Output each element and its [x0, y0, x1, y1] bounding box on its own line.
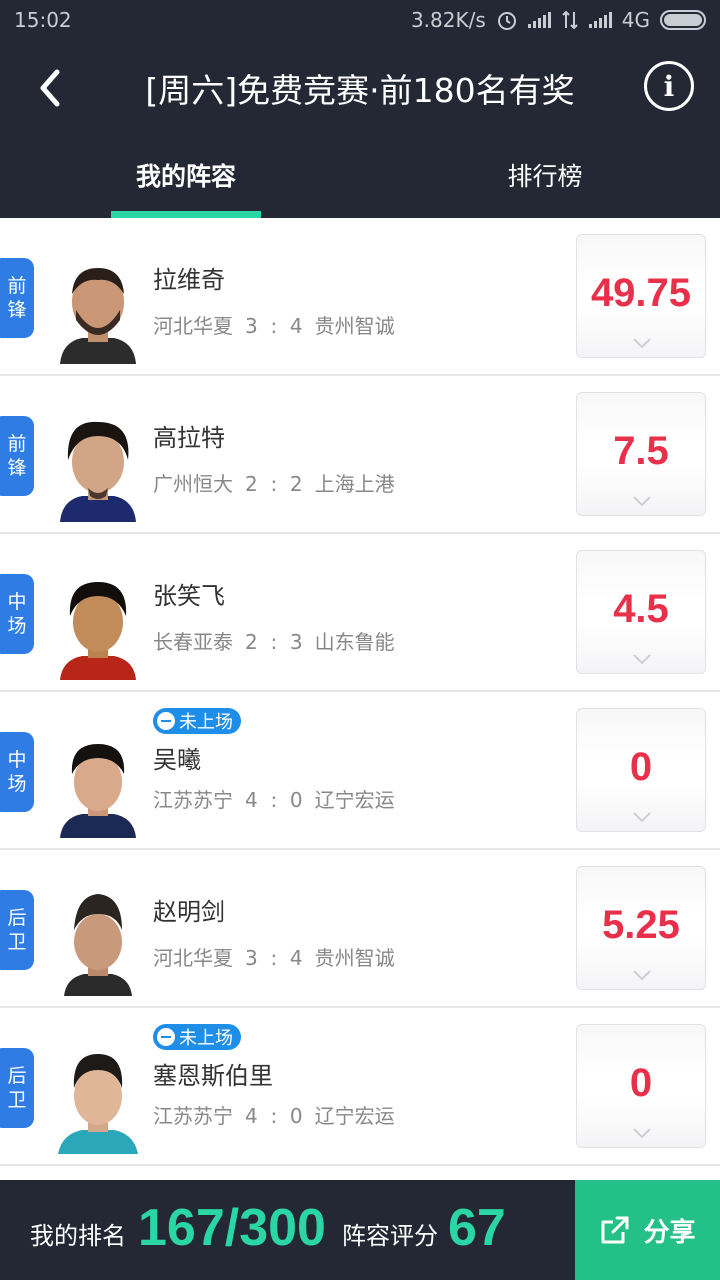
player-name: 拉维奇 — [153, 266, 225, 294]
player-name: 高拉特 — [153, 424, 225, 452]
player-name: 赵明剑 — [153, 898, 225, 926]
points-box[interactable]: 5.25 — [576, 866, 706, 990]
rank-label: 我的排名 — [30, 1222, 126, 1250]
position-badge: 后卫 — [0, 1048, 34, 1128]
player-avatar — [58, 728, 138, 838]
player-points: 49.75 — [590, 271, 692, 315]
match-result: 江苏苏宁 4 : 0 辽宁宏运 — [153, 788, 395, 812]
tab-indicator — [111, 211, 261, 218]
player-points: 0 — [629, 745, 653, 789]
player-avatar — [58, 412, 138, 522]
chevron-down-icon — [633, 496, 651, 507]
chevron-down-icon — [633, 812, 651, 823]
not-played-badge: 未上场 — [153, 708, 241, 734]
share-icon — [601, 1216, 629, 1244]
player-name: 塞恩斯伯里 — [153, 1062, 273, 1090]
position-badge: 后卫 — [0, 890, 34, 970]
battery-icon — [660, 10, 706, 30]
position-badge: 中场 — [0, 574, 34, 654]
alarm-icon — [497, 12, 516, 30]
player-row[interactable]: 后卫 未上场 塞恩斯伯里 江苏苏宁 4 : 0 辽宁宏运 0 — [0, 1008, 720, 1166]
player-points: 5.25 — [602, 903, 680, 947]
points-box[interactable]: 7.5 — [576, 392, 706, 516]
player-points: 7.5 — [613, 429, 669, 473]
nav-bar: [周六]免费竞赛·前180名有奖 i — [0, 44, 720, 132]
match-result: 广州恒大 2 : 2 上海上港 — [153, 472, 395, 496]
match-result: 长春亚泰 2 : 3 山东鲁能 — [153, 630, 395, 654]
status-time: 15:02 — [14, 8, 72, 32]
player-name: 张笑飞 — [153, 582, 225, 610]
position-badge: 中场 — [0, 732, 34, 812]
player-row[interactable]: 前锋 高拉特 广州恒大 2 : 2 上海上港 7.5 — [0, 376, 720, 534]
player-avatar — [58, 1044, 138, 1154]
signal-icon-2 — [588, 12, 612, 28]
lineup-score-value: 67 — [448, 1199, 506, 1257]
player-avatar — [58, 886, 138, 996]
points-box[interactable]: 49.75 — [576, 234, 706, 358]
share-button[interactable]: 分享 — [575, 1180, 720, 1280]
net-speed: 3.82K/s — [410, 8, 486, 32]
signal-icon — [527, 12, 551, 28]
page-title: [周六]免费竞赛·前180名有奖 — [145, 71, 575, 110]
position-badge: 前锋 — [0, 416, 34, 496]
tab-my-lineup[interactable]: 我的阵容 — [111, 132, 261, 218]
not-played-badge: 未上场 — [153, 1024, 241, 1050]
player-avatar — [58, 254, 138, 364]
match-result: 河北华夏 3 : 4 贵州智诚 — [153, 946, 395, 970]
status-bar: 15:02 3.82K/s 4G — [0, 0, 720, 44]
tab-leaderboard[interactable]: 排行榜 — [470, 132, 620, 218]
position-badge: 前锋 — [0, 258, 34, 338]
data-transfer-icon — [562, 10, 578, 30]
player-avatar — [58, 570, 138, 680]
player-row[interactable]: 中场 未上场 吴曦 江苏苏宁 4 : 0 辽宁宏运 0 — [0, 692, 720, 850]
chevron-left-icon — [40, 69, 60, 107]
share-label: 分享 — [643, 1217, 696, 1248]
chevron-down-icon — [633, 654, 651, 665]
chevron-down-icon — [633, 1128, 651, 1139]
minus-circle-icon — [157, 712, 175, 730]
minus-circle-icon — [157, 1028, 175, 1046]
player-row[interactable]: 中场 张笑飞 长春亚泰 2 : 3 山东鲁能 4.5 — [0, 534, 720, 692]
player-list: 前锋 拉维奇 河北华夏 3 : 4 贵州智诚 49.75 前锋 高拉特 广州恒大 2 … — [0, 218, 720, 1166]
info-button[interactable]: i — [644, 61, 694, 111]
network-type: 4G — [621, 8, 650, 32]
player-name: 吴曦 — [153, 746, 201, 774]
player-row[interactable]: 前锋 拉维奇 河北华夏 3 : 4 贵州智诚 49.75 — [0, 218, 720, 376]
chevron-down-icon — [633, 970, 651, 981]
match-result: 江苏苏宁 4 : 0 辽宁宏运 — [153, 1104, 395, 1128]
info-icon: i — [663, 69, 675, 103]
tab-bar: 我的阵容 排行榜 — [0, 132, 720, 218]
back-button[interactable] — [20, 58, 80, 118]
rank-value: 167/300 — [138, 1199, 326, 1257]
match-result: 河北华夏 3 : 4 贵州智诚 — [153, 314, 395, 338]
player-row[interactable]: 后卫 赵明剑 河北华夏 3 : 4 贵州智诚 5.25 — [0, 850, 720, 1008]
player-points: 0 — [629, 1061, 653, 1105]
lineup-score-label: 阵容评分 — [342, 1222, 438, 1250]
points-box[interactable]: 0 — [576, 1024, 706, 1148]
points-box[interactable]: 0 — [576, 708, 706, 832]
chevron-down-icon — [633, 338, 651, 349]
points-box[interactable]: 4.5 — [576, 550, 706, 674]
player-points: 4.5 — [613, 587, 669, 631]
bottom-bar: 我的排名 167/300 阵容评分 67 分享 — [0, 1180, 720, 1280]
